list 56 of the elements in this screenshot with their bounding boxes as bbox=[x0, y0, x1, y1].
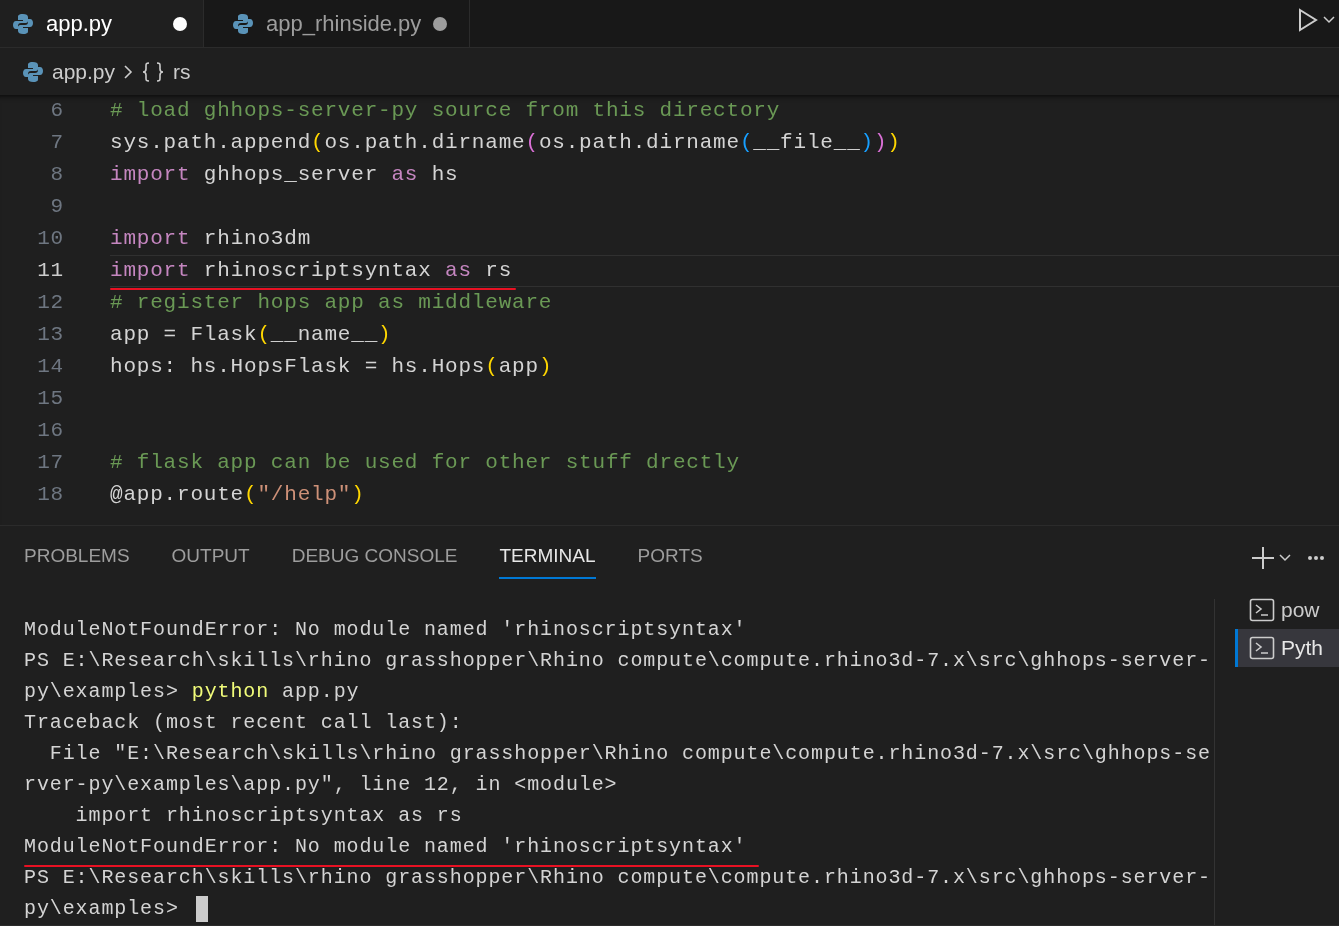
line-number: 9 bbox=[49, 194, 64, 221]
more-icon[interactable] bbox=[1307, 554, 1325, 561]
braces-icon bbox=[141, 60, 166, 83]
terminal-list-item[interactable]: Pyth bbox=[1235, 629, 1339, 667]
terminal-list-item[interactable]: pow bbox=[1235, 591, 1339, 629]
line-number: 10 bbox=[36, 226, 64, 253]
chevron-down-icon bbox=[1279, 553, 1291, 562]
line-number: 13 bbox=[36, 322, 64, 349]
terminal-line: ModuleNotFoundError: No module named 'rhinoscriptsyntax' bbox=[24, 831, 747, 862]
code-line: @app.route("/help") bbox=[110, 482, 365, 509]
line-number: 14 bbox=[36, 354, 64, 381]
line-number: 11 bbox=[36, 258, 64, 285]
panel-tab[interactable]: DEBUG CONSOLE bbox=[291, 536, 458, 579]
new-terminal-button[interactable] bbox=[1251, 545, 1291, 570]
line-number: 18 bbox=[36, 482, 64, 509]
code-line: import ghhops_server as hs bbox=[110, 162, 459, 189]
panel-tab[interactable]: PROBLEMS bbox=[24, 536, 130, 579]
code-line: # load ghhops-server-py source from this directory bbox=[110, 98, 781, 125]
terminal-icon bbox=[1249, 598, 1275, 622]
code-line: import rhino3dm bbox=[110, 226, 312, 253]
code-line: app = Flask(__name__) bbox=[110, 322, 392, 349]
panel-tab[interactable]: TERMINAL bbox=[499, 536, 596, 579]
plus-icon bbox=[1251, 545, 1275, 570]
editor-tab[interactable]: app.py bbox=[0, 0, 204, 47]
code-line: # register hops app as middleware bbox=[110, 290, 553, 317]
panel-tab[interactable]: PORTS bbox=[637, 536, 703, 579]
python-icon bbox=[232, 12, 254, 35]
python-icon bbox=[22, 60, 44, 83]
breadcrumb-symbol[interactable]: rs bbox=[173, 55, 191, 88]
terminal-icon bbox=[1249, 636, 1275, 660]
line-number: 7 bbox=[49, 130, 64, 157]
line-number: 17 bbox=[36, 450, 64, 477]
breadcrumb-file[interactable]: app.py bbox=[52, 55, 116, 88]
terminal-line: import rhinoscriptsyntax as rs bbox=[74, 802, 463, 829]
panel-tab[interactable]: OUTPUT bbox=[171, 536, 250, 579]
python-icon bbox=[12, 12, 34, 35]
terminal-line: py\examples> python app.py bbox=[24, 678, 360, 705]
code-line: hops: hs.HopsFlask = hs.Hops(app) bbox=[110, 354, 553, 381]
terminal-line: File "E:\Research\skills\rhino grasshopper\Rhino compute\compute.rhino3d-7.x\src\ghhops-se bbox=[48, 740, 1211, 767]
code-line: # flask app can be used for other stuff drectly bbox=[110, 450, 740, 477]
terminal-line: rver-py\examples\app.py", line 12, in <module> bbox=[24, 771, 618, 798]
chevron-down-icon bbox=[1323, 15, 1335, 24]
run-icon bbox=[1297, 7, 1319, 32]
line-number: 8 bbox=[49, 162, 64, 189]
line-number: 6 bbox=[49, 98, 64, 125]
terminal-line: py\examples> bbox=[24, 895, 180, 922]
terminal-line: ModuleNotFoundError: No module named 'rhinoscriptsyntax' bbox=[24, 616, 747, 643]
code-line: import rhinoscriptsyntax as rs bbox=[110, 255, 513, 287]
terminal-line: PS E:\Research\skills\rhino grasshopper\Rhino compute\compute.rhino3d-7.x\src\ghhops-server- bbox=[24, 647, 1211, 674]
terminal-line: Traceback (most recent call last): bbox=[24, 709, 463, 736]
code-line: sys.path.append(os.path.dirname(os.path.dirname(__file__))) bbox=[110, 130, 901, 157]
chevron-right-icon bbox=[123, 63, 134, 80]
line-number: 12 bbox=[36, 290, 64, 317]
line-number: 16 bbox=[36, 418, 64, 445]
line-number: 15 bbox=[36, 386, 64, 413]
terminal-line: PS E:\Research\skills\rhino grasshopper\Rhino compute\compute.rhino3d-7.x\src\ghhops-server- bbox=[24, 864, 1211, 891]
